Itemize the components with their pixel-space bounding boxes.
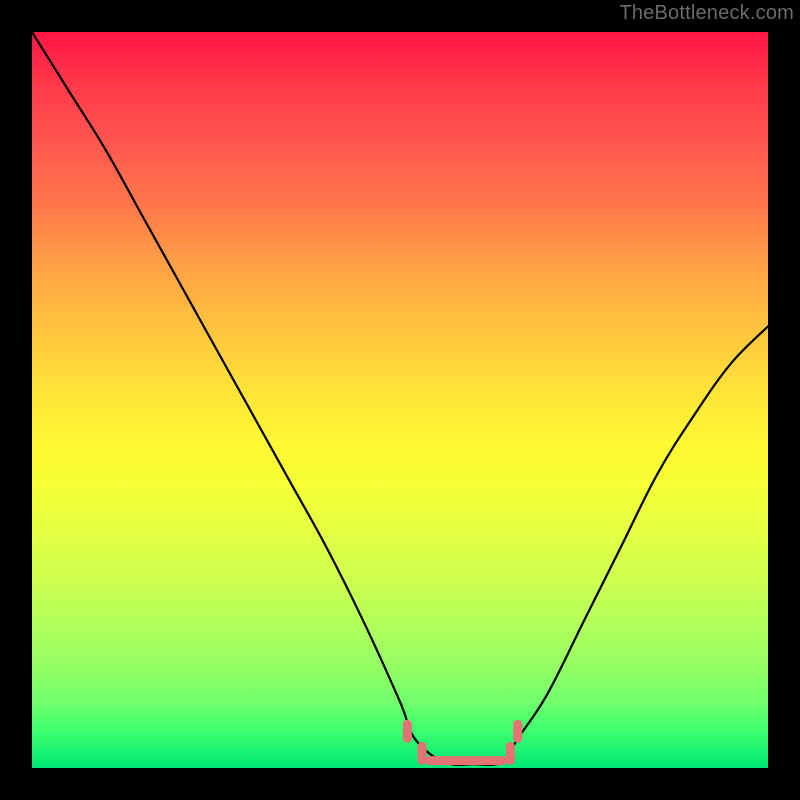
bottleneck-curve: [32, 32, 768, 765]
chart-frame: TheBottleneck.com: [0, 0, 800, 800]
plot-area: [32, 32, 768, 768]
watermark-text: TheBottleneck.com: [619, 2, 794, 25]
highlight-dots: [407, 724, 517, 760]
curve-svg: [32, 32, 768, 768]
